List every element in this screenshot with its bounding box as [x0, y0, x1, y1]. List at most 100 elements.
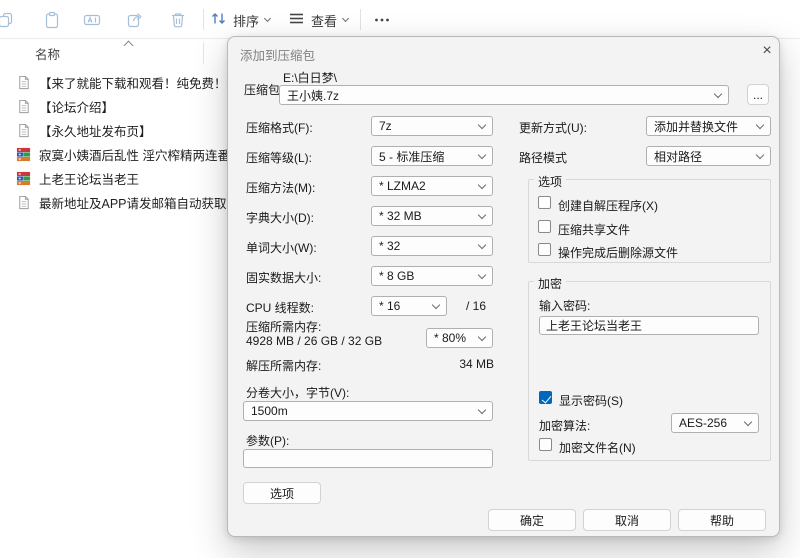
- chevron-down-icon: [756, 120, 764, 128]
- delete-after-label: 操作完成后删除源文件: [558, 244, 678, 261]
- file-name: 上老王论坛当老王: [39, 169, 139, 188]
- document-icon: [16, 99, 31, 114]
- view-icon: [288, 10, 305, 30]
- paste-icon[interactable]: [42, 10, 62, 30]
- document-icon: [16, 75, 31, 90]
- view-button[interactable]: 查看: [288, 7, 348, 33]
- compress-shared-checkbox[interactable]: [538, 220, 551, 233]
- options-button[interactable]: 选项: [243, 482, 321, 504]
- list-item[interactable]: 【来了就能下载和观看！纯免费！】: [16, 73, 239, 91]
- memory-compress-label: 压缩所需内存:: [246, 318, 321, 335]
- level-combobox[interactable]: 5 - 标准压缩: [371, 146, 493, 166]
- compress-shared-label: 压缩共享文件: [558, 221, 630, 238]
- column-separator: [203, 42, 204, 64]
- chevron-down-icon: [714, 89, 722, 97]
- chevron-down-icon: [478, 270, 486, 278]
- chevron-down-icon: [478, 180, 486, 188]
- list-item[interactable]: 上老王论坛当老王: [16, 169, 139, 187]
- document-icon: [16, 123, 31, 138]
- cpu-threads-label: CPU 线程数:: [246, 299, 314, 316]
- show-password-checkbox[interactable]: [539, 391, 552, 404]
- archive-name-combobox[interactable]: 王小姨.7z: [279, 85, 729, 105]
- add-to-archive-dialog: 添加到压缩包 × 压缩包(A) E:\白日梦\ 王小姨.7z ... 压缩格式(…: [227, 36, 780, 537]
- parameters-input[interactable]: [243, 449, 493, 468]
- word-size-combobox[interactable]: * 32: [371, 236, 493, 256]
- sort-icon: [210, 10, 227, 30]
- chevron-down-icon: [478, 405, 486, 413]
- solid-block-combobox[interactable]: * 8 GB: [371, 266, 493, 286]
- dialog-title: 添加到压缩包: [240, 45, 315, 64]
- path-mode-combobox[interactable]: 相对路径: [646, 146, 771, 166]
- chevron-down-icon: [478, 240, 486, 248]
- parameters-label: 参数(P):: [246, 432, 289, 449]
- encryption-method-label: 加密算法:: [539, 417, 590, 434]
- format-combobox[interactable]: 7z: [371, 116, 493, 136]
- delete-icon[interactable]: [168, 10, 188, 30]
- chevron-down-icon: [478, 210, 486, 218]
- method-label: 压缩方法(M):: [246, 179, 315, 196]
- cpu-threads-max: / 16: [466, 299, 486, 313]
- memory-usage-combobox[interactable]: * 80%: [426, 328, 493, 348]
- sort-button[interactable]: 排序: [210, 7, 270, 33]
- format-label: 压缩格式(F):: [246, 119, 313, 136]
- encrypt-filenames-label: 加密文件名(N): [559, 439, 636, 456]
- close-icon[interactable]: ×: [755, 40, 779, 62]
- method-combobox[interactable]: * LZMA2: [371, 176, 493, 196]
- show-password-label: 显示密码(S): [559, 392, 623, 409]
- help-button[interactable]: 帮助: [678, 509, 766, 531]
- chevron-down-icon: [264, 15, 271, 22]
- chevron-down-icon: [756, 150, 764, 158]
- toolbar-separator: [360, 9, 361, 30]
- encryption-method-combobox[interactable]: AES-256: [671, 413, 759, 433]
- share-icon[interactable]: [125, 10, 145, 30]
- chevron-down-icon: [342, 15, 349, 22]
- chevron-down-icon: [432, 300, 440, 308]
- toolbar-separator: [203, 9, 204, 30]
- chevron-down-icon: [478, 332, 486, 340]
- file-name: 【永久地址发布页】: [39, 121, 152, 140]
- solid-block-label: 固实数据大小:: [246, 269, 321, 286]
- sort-ascending-indicator: [124, 41, 134, 51]
- list-item[interactable]: 寂寞小姨酒后乱性 淫穴榨精两连番: [16, 145, 230, 163]
- explorer-toolbar: 排序 查看: [0, 0, 800, 39]
- encryption-group-title: 加密: [534, 275, 566, 292]
- sort-label: 排序: [233, 11, 259, 30]
- dictionary-label: 字典大小(D):: [246, 209, 314, 226]
- archive-path: E:\白日梦\: [283, 69, 337, 86]
- word-size-label: 单词大小(W):: [246, 239, 317, 256]
- memory-decompress-label: 解压所需内存:: [246, 357, 321, 374]
- level-label: 压缩等级(L):: [246, 149, 312, 166]
- options-group-title: 选项: [534, 173, 566, 190]
- volume-size-combobox[interactable]: 1500m: [243, 401, 493, 421]
- copy-icon[interactable]: [0, 10, 16, 30]
- memory-compress-detail: 4928 MB / 26 GB / 32 GB: [246, 334, 382, 348]
- archive-icon: [16, 171, 31, 186]
- chevron-down-icon: [744, 417, 752, 425]
- list-item[interactable]: 【永久地址发布页】: [16, 121, 152, 139]
- list-item[interactable]: 【论坛介绍】: [16, 97, 114, 115]
- archive-icon: [16, 147, 31, 162]
- password-label: 输入密码:: [539, 297, 590, 314]
- update-mode-combobox[interactable]: 添加并替换文件: [646, 116, 771, 136]
- volume-size-label: 分卷大小，字节(V):: [246, 384, 349, 401]
- create-sfx-label: 创建自解压程序(X): [558, 197, 658, 214]
- delete-after-checkbox[interactable]: [538, 243, 551, 256]
- ok-button[interactable]: 确定: [488, 509, 576, 531]
- path-mode-label: 路径模式: [519, 149, 567, 166]
- password-input[interactable]: [539, 316, 759, 335]
- chevron-down-icon: [478, 120, 486, 128]
- browse-button[interactable]: ...: [747, 84, 769, 105]
- file-name: 【来了就能下载和观看！纯免费！】: [39, 73, 239, 92]
- cpu-threads-combobox[interactable]: * 16: [371, 296, 447, 316]
- file-name: 【论坛介绍】: [39, 97, 114, 116]
- cancel-button[interactable]: 取消: [583, 509, 671, 531]
- name-column-header[interactable]: 名称: [35, 44, 60, 63]
- more-icon[interactable]: [372, 10, 392, 30]
- encrypt-filenames-checkbox[interactable]: [539, 438, 552, 451]
- chevron-down-icon: [478, 150, 486, 158]
- create-sfx-checkbox[interactable]: [538, 196, 551, 209]
- dictionary-combobox[interactable]: * 32 MB: [371, 206, 493, 226]
- rename-icon[interactable]: [82, 10, 102, 30]
- update-mode-label: 更新方式(U):: [519, 119, 587, 136]
- file-name: 寂寞小姨酒后乱性 淫穴榨精两连番: [39, 145, 230, 164]
